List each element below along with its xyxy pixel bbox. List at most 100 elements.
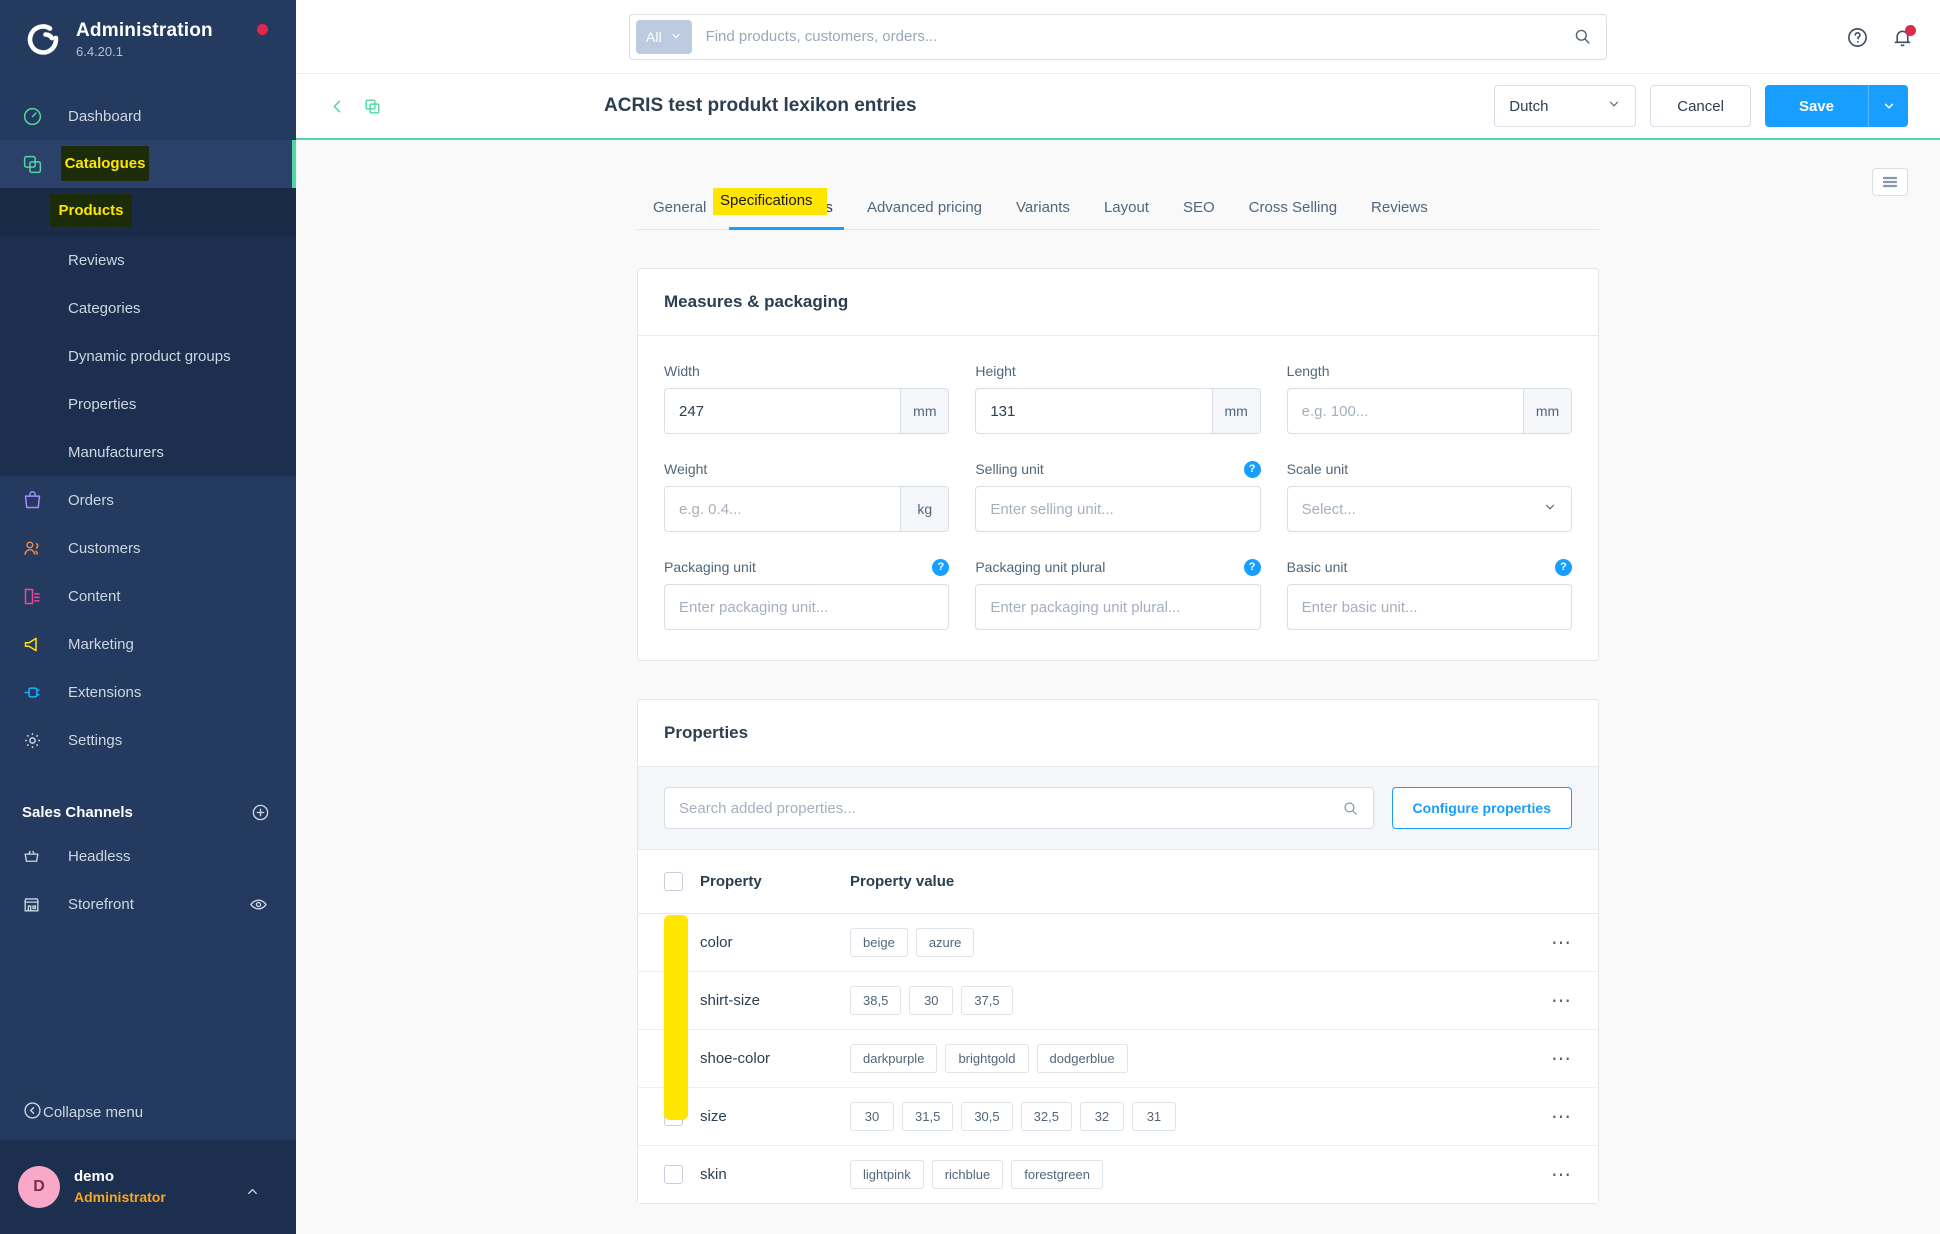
sidebar-item-marketing[interactable]: Marketing <box>0 620 296 668</box>
row-checkbox[interactable] <box>664 1165 683 1184</box>
sidebar-item-products[interactable]: Products <box>0 188 296 236</box>
catalogue-icon <box>22 154 56 175</box>
packaging-unit-input[interactable] <box>679 598 935 616</box>
table-row[interactable]: shoe-color darkpurple brightgold dodgerb… <box>638 1029 1598 1088</box>
width-input-group[interactable]: mm <box>664 388 950 434</box>
tab-advanced-pricing[interactable]: Advanced pricing <box>850 199 999 229</box>
sidebar-item-customers[interactable]: Customers <box>0 524 296 572</box>
help-icon[interactable]: ? <box>1243 460 1261 478</box>
list-view-icon[interactable] <box>1872 168 1908 196</box>
language-select[interactable]: Dutch <box>1494 85 1637 127</box>
height-input-group[interactable]: mm <box>975 388 1261 434</box>
eye-icon[interactable] <box>249 895 268 914</box>
tab-general[interactable]: General <box>637 199 723 229</box>
row-property-name: color <box>700 913 850 972</box>
properties-search[interactable] <box>664 787 1374 829</box>
chevron-down-icon <box>670 29 682 45</box>
ellipsis-icon[interactable]: ⋯ <box>1538 1146 1598 1204</box>
packaging-unit-input-wrap[interactable] <box>664 584 950 630</box>
user-menu[interactable]: D demo Administrator <box>0 1140 296 1234</box>
sidebar-item-manufacturers[interactable]: Manufacturers <box>0 428 296 476</box>
sidebar-item-extensions[interactable]: Extensions <box>0 668 296 716</box>
row-checkbox[interactable] <box>664 991 683 1010</box>
field-label: Selling unit <box>975 461 1044 477</box>
weight-input-group[interactable]: kg <box>664 486 950 532</box>
tab-specifications[interactable]: Specifications <box>723 199 850 230</box>
properties-search-input[interactable] <box>679 799 1342 817</box>
row-checkbox[interactable] <box>664 1049 683 1068</box>
length-input[interactable] <box>1287 389 1523 433</box>
content-icon <box>22 586 56 607</box>
ellipsis-icon[interactable]: ⋯ <box>1538 1087 1598 1146</box>
ellipsis-icon[interactable]: ⋯ <box>1538 913 1598 972</box>
help-icon[interactable]: ? <box>932 558 950 576</box>
sidebar-item-settings[interactable]: Settings <box>0 716 296 764</box>
table-row[interactable]: skin lightpink richblue forestgreen ⋯ <box>638 1146 1598 1204</box>
table-row[interactable]: size 30 31,5 30,5 32,5 32 31 ⋯ <box>638 1087 1598 1146</box>
search-icon[interactable] <box>1573 27 1592 46</box>
table-row[interactable]: color beige azure ⋯ <box>638 913 1598 972</box>
selling-unit-input-wrap[interactable] <box>975 486 1261 532</box>
avatar: D <box>18 1166 60 1208</box>
packaging-unit-plural-input-wrap[interactable] <box>975 584 1261 630</box>
configure-properties-button[interactable]: Configure properties <box>1391 787 1572 829</box>
row-checkbox[interactable] <box>664 933 683 952</box>
search-input[interactable] <box>691 28 1573 45</box>
tab-layout[interactable]: Layout <box>1087 199 1166 229</box>
row-checkbox[interactable] <box>664 1107 683 1126</box>
sidebar-item-headless[interactable]: Headless <box>0 832 296 880</box>
save-button[interactable]: Save <box>1764 85 1868 127</box>
collapse-menu-button[interactable]: Collapse menu <box>0 1084 296 1140</box>
sidebar-item-storefront[interactable]: Storefront <box>0 880 296 928</box>
sidebar-item-content[interactable]: Content <box>0 572 296 620</box>
sidebar-item-dashboard[interactable]: Dashboard <box>0 92 296 140</box>
search-icon[interactable] <box>1342 800 1359 817</box>
height-input[interactable] <box>976 389 1212 433</box>
length-input-group[interactable]: mm <box>1286 388 1572 434</box>
sidebar-item-categories[interactable]: Categories <box>0 284 296 332</box>
field-height: Height mm <box>975 362 1261 434</box>
marketing-icon <box>22 634 56 655</box>
tab-seo[interactable]: SEO <box>1166 199 1232 229</box>
measures-card-title: Measures & packaging <box>638 269 1598 336</box>
help-circle-icon[interactable] <box>1846 26 1869 49</box>
search-scope-selector[interactable]: All <box>636 19 692 54</box>
chevron-up-icon[interactable] <box>245 1184 260 1204</box>
ellipsis-icon[interactable]: ⋯ <box>1538 971 1598 1030</box>
topbar-icons <box>1846 0 1916 74</box>
help-icon[interactable]: ? <box>1554 558 1572 576</box>
save-options-caret-icon[interactable] <box>1868 85 1908 127</box>
table-row[interactable]: shirt-size 38,5 30 37,5 ⋯ <box>638 971 1598 1030</box>
sidebar-item-reviews[interactable]: Reviews <box>0 236 296 284</box>
cancel-button[interactable]: Cancel <box>1650 85 1751 127</box>
ellipsis-icon[interactable]: ⋯ <box>1538 1029 1598 1088</box>
sidebar-item-orders[interactable]: Orders <box>0 476 296 524</box>
weight-input[interactable] <box>665 487 901 531</box>
selling-unit-input[interactable] <box>990 500 1246 518</box>
update-indicator-dot <box>257 24 268 35</box>
help-icon[interactable]: ? <box>1243 558 1261 576</box>
tab-cross-selling[interactable]: Cross Selling <box>1232 199 1354 229</box>
smart-bar-actions: Dutch Cancel Save <box>1494 85 1908 127</box>
scale-unit-select[interactable] <box>1286 486 1572 532</box>
basic-unit-input-wrap[interactable] <box>1286 584 1572 630</box>
scale-unit-value[interactable] <box>1301 500 1535 518</box>
sidebar-item-dynamic-product-groups[interactable]: Dynamic product groups <box>0 332 296 380</box>
bell-icon[interactable] <box>1891 24 1916 49</box>
tab-reviews[interactable]: Reviews <box>1354 199 1445 229</box>
sidebar-brand[interactable]: Administration 6.4.20.1 <box>0 0 296 78</box>
chevron-left-icon[interactable] <box>328 97 347 116</box>
value-chip: dodgerblue <box>1036 1044 1128 1073</box>
sidebar-item-label: Content <box>68 587 121 605</box>
plus-circle-icon[interactable] <box>251 803 270 822</box>
duplicate-icon[interactable] <box>363 97 382 116</box>
sidebar-item-catalogues[interactable]: Catalogues <box>0 140 296 188</box>
basic-unit-input[interactable] <box>1301 598 1557 616</box>
width-input[interactable] <box>665 389 901 433</box>
tab-variants[interactable]: Variants <box>999 199 1087 229</box>
packaging-unit-plural-input[interactable] <box>990 598 1246 616</box>
select-all-checkbox[interactable] <box>664 872 683 891</box>
value-chip: darkpurple <box>850 1044 938 1073</box>
sidebar-item-properties[interactable]: Properties <box>0 380 296 428</box>
global-search[interactable]: All <box>629 13 1607 60</box>
